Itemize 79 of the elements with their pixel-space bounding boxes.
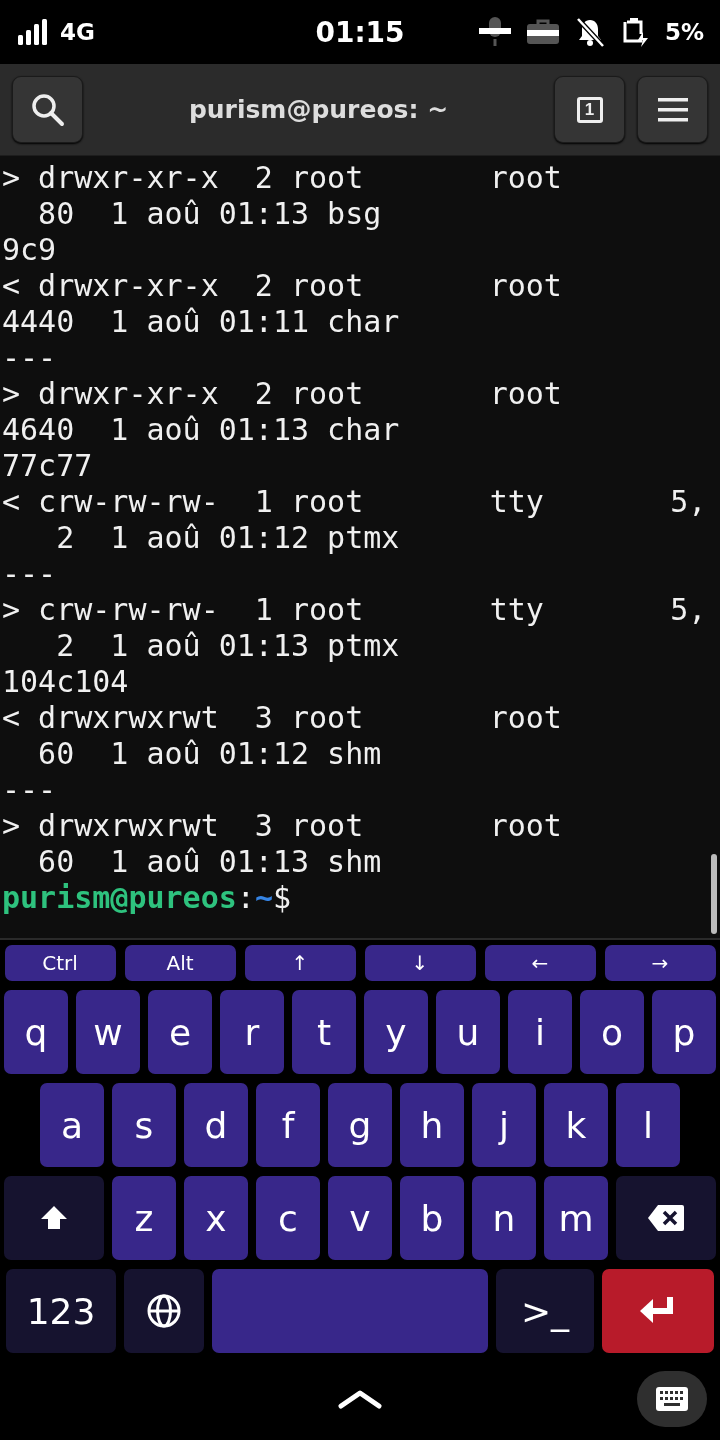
letter-key[interactable]: e — [148, 990, 212, 1074]
menu-button[interactable] — [637, 76, 708, 143]
keyboard-icon — [656, 1387, 688, 1411]
letter-key[interactable]: k — [544, 1083, 608, 1167]
letter-key[interactable]: o — [580, 990, 644, 1074]
terminal-line: 2 1 aoû 01:12 ptmx — [55, 520, 400, 556]
extra-key[interactable]: Ctrl — [4, 945, 116, 981]
terminal-line: > drwxr-xr-x 2 root root — [2, 160, 562, 196]
terminal-line: > crw-rw-rw- 1 root tty 5, — [2, 592, 707, 628]
shift-key[interactable] — [4, 1176, 104, 1260]
terminal-line: 77c77 — [2, 448, 93, 484]
letter-key[interactable]: u — [436, 990, 500, 1074]
letter-key[interactable]: f — [256, 1083, 320, 1167]
battery-level: 5% — [664, 19, 704, 45]
bell-off-icon — [574, 17, 605, 47]
terminal-line: 4640 1 aoû 01:13 char — [2, 412, 400, 448]
terminal-line: 2 1 aoû 01:13 ptmx — [55, 628, 400, 664]
keyboard-toggle-button[interactable] — [637, 1371, 707, 1427]
terminal-line: < crw-rw-rw- 1 root tty 5, — [2, 484, 707, 520]
letter-key[interactable]: c — [256, 1176, 320, 1260]
letter-key[interactable]: l — [616, 1083, 680, 1167]
menu-icon — [657, 96, 688, 123]
shift-icon — [40, 1204, 68, 1232]
letter-key[interactable]: a — [40, 1083, 104, 1167]
letter-key[interactable]: r — [220, 990, 284, 1074]
letter-key[interactable]: v — [328, 1176, 392, 1260]
letter-key[interactable]: g — [328, 1083, 392, 1167]
microphone-icon — [478, 17, 511, 47]
extra-key[interactable]: ← — [484, 945, 596, 981]
chevron-up-icon[interactable] — [338, 1389, 382, 1409]
terminal-line: 60 1 aoû 01:13 shm — [37, 844, 382, 880]
terminal-line: --- — [2, 340, 57, 376]
terminal-line: > drwxr-xr-x 2 root root — [2, 376, 562, 412]
letter-key[interactable]: j — [472, 1083, 536, 1167]
letter-key[interactable]: z — [112, 1176, 176, 1260]
terminal-line: 80 1 aoû 01:13 bsg — [37, 196, 382, 232]
letter-key[interactable]: x — [184, 1176, 248, 1260]
extra-key[interactable]: ↓ — [364, 945, 476, 981]
letter-key[interactable]: s — [112, 1083, 176, 1167]
tabs-button[interactable]: 1 — [554, 76, 625, 143]
window-title: purism@pureos: ~ — [188, 95, 449, 124]
terminal-line: > drwxrwxrwt 3 root root — [2, 808, 562, 844]
terminal-key[interactable]: >_ — [496, 1269, 594, 1353]
letter-key[interactable]: h — [400, 1083, 464, 1167]
terminal-line: 104c104 — [2, 664, 129, 700]
terminal-line: 9c9 — [2, 232, 57, 268]
terminal-line: --- — [2, 556, 57, 592]
terminal-line: --- — [2, 772, 57, 808]
terminal-line: < drwxr-xr-x 2 root root — [2, 268, 562, 304]
signal-icon — [18, 19, 48, 45]
extra-key[interactable]: → — [604, 945, 716, 981]
clock: 01:15 — [315, 15, 405, 49]
letter-key[interactable]: i — [508, 990, 572, 1074]
extra-key[interactable]: Alt — [124, 945, 236, 981]
letter-key[interactable]: t — [292, 990, 356, 1074]
letter-key[interactable]: y — [364, 990, 428, 1074]
enter-key[interactable] — [602, 1269, 714, 1353]
letter-key[interactable]: m — [544, 1176, 608, 1260]
letter-key[interactable]: q — [4, 990, 68, 1074]
letter-key[interactable]: p — [652, 990, 716, 1074]
scrollbar[interactable] — [711, 854, 717, 934]
globe-icon — [147, 1294, 181, 1328]
terminal-line: < drwxrwxrwt 3 root root — [2, 700, 562, 736]
backspace-icon — [648, 1205, 684, 1231]
numbers-key[interactable]: 123 — [6, 1269, 116, 1353]
search-button[interactable] — [12, 76, 83, 143]
terminal-line: 60 1 aoû 01:12 shm — [37, 736, 382, 772]
letter-key[interactable]: b — [400, 1176, 464, 1260]
language-key[interactable] — [124, 1269, 204, 1353]
extra-key[interactable]: ↑ — [244, 945, 356, 981]
shell-prompt: purism@pureos:~$ — [2, 880, 291, 916]
letter-key[interactable]: d — [184, 1083, 248, 1167]
letter-key[interactable]: n — [472, 1176, 536, 1260]
briefcase-icon — [526, 19, 559, 45]
terminal-line: 4440 1 aoû 01:11 char — [2, 304, 400, 340]
search-icon — [30, 92, 65, 127]
letter-key[interactable]: w — [76, 990, 140, 1074]
network-type: 4G — [60, 19, 95, 45]
backspace-key[interactable] — [616, 1176, 716, 1260]
